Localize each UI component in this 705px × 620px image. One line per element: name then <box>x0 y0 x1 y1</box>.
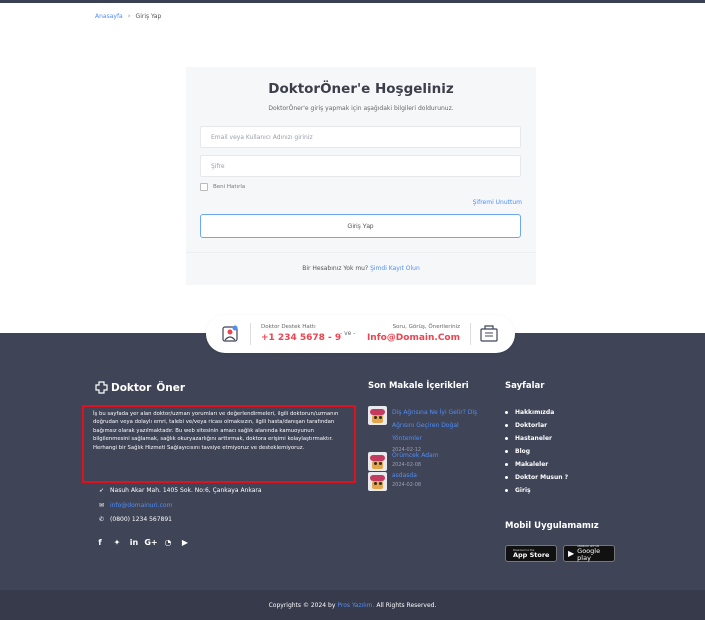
disclaimer-text: İş bu sayfada yer alan doktor/uzman yoru… <box>82 405 356 483</box>
breadcrumb-home-link[interactable]: Anasayfa <box>95 13 123 20</box>
logo-text-part2: Öner <box>156 381 186 394</box>
linkedin-icon[interactable]: in <box>129 537 139 547</box>
article-item[interactable]: Örümcek Adam 2024-02-08 <box>368 452 486 471</box>
support-divider-right <box>470 323 471 345</box>
article-title[interactable]: Diş Ağrısına Ne İyi Gelir? Diş Ağrısını … <box>392 406 486 445</box>
register-text: Bir Hesabınız Yok mu? <box>302 265 369 272</box>
password-input[interactable] <box>200 155 521 177</box>
support-bar: Doktor Destek Hattı +1 234 5678 - 9 - ve… <box>206 315 515 353</box>
copyright-bar: Copyrights © 2024 by Pros Yazılım. All R… <box>0 590 705 620</box>
facebook-icon[interactable]: f <box>95 537 105 547</box>
register-prompt: Bir Hesabınız Yok mu? Şimdi Kayıt Olun <box>186 265 536 272</box>
pages-title: Sayfalar <box>505 381 545 391</box>
logo-icon <box>95 381 108 394</box>
login-subtitle: DoktorÖner'e giriş yapmak için aşağıdaki… <box>268 105 454 112</box>
envelope-icon: ✉ <box>99 502 105 509</box>
location-icon: ➶ <box>99 487 105 494</box>
google-plus-icon[interactable]: G+ <box>144 537 157 547</box>
breadcrumb: Anasayfa › Giriş Yap <box>95 12 161 20</box>
article-title[interactable]: asdasda <box>392 472 486 480</box>
feedback-email[interactable]: Info@Domain.Com <box>367 333 460 343</box>
article-item[interactable]: Diş Ağrısına Ne İyi Gelir? Diş Ağrısını … <box>368 406 486 455</box>
article-date: 2024-02-08 <box>392 482 422 488</box>
logo-text-part1: Doktor <box>111 381 152 394</box>
pages-item-blog[interactable]: Blog <box>505 445 568 458</box>
phone-text: (0800) 1234 567891 <box>110 516 172 523</box>
google-play-button[interactable]: ▶ ANDROID APP ON Google play <box>563 545 615 562</box>
email-text[interactable]: info@domainuri.com <box>110 502 172 509</box>
rss-icon[interactable]: ◔ <box>163 537 173 547</box>
register-link[interactable]: Şimdi Kayıt Olun <box>370 265 420 272</box>
login-card: DoktorÖner'e Hoşgeliniz DoktorÖner'e gir… <box>186 67 536 285</box>
articles-title: Son Makale İçerikleri <box>368 381 469 391</box>
article-title[interactable]: Örümcek Adam <box>392 452 486 460</box>
app-store-button[interactable]: Download on the App Store <box>505 545 557 562</box>
login-title: DoktorÖner'e Hoşgeliniz <box>268 81 454 97</box>
breadcrumb-current: Giriş Yap <box>135 12 162 20</box>
app-store-big: App Store <box>513 550 550 559</box>
article-thumbnail <box>368 406 387 425</box>
article-date: 2024-02-08 <box>392 462 422 468</box>
copyright-prefix: Copyrights © 2024 by <box>268 601 336 609</box>
contact-address: ➶ Nasuh Akar Mah. 1405 Sok. No:6, Çankay… <box>99 487 262 494</box>
email-input[interactable] <box>200 126 521 148</box>
footer-logo[interactable]: Doktor Öner <box>95 381 185 394</box>
message-icon <box>480 325 498 342</box>
pages-item-doctors[interactable]: Doktorlar <box>505 419 568 432</box>
phone-icon: ✆ <box>99 516 105 523</box>
google-play-big: Google play <box>577 547 601 562</box>
article-thumbnail <box>368 452 387 471</box>
remember-label: Beni Hatırla <box>213 184 246 190</box>
address-text: Nasuh Akar Mah. 1405 Sok. No:6, Çankaya … <box>110 487 262 494</box>
copyright-link[interactable]: Pros Yazılım. <box>337 602 374 609</box>
pages-item-about[interactable]: Hakkımızda <box>505 406 568 419</box>
article-thumbnail <box>368 472 387 491</box>
pages-list: Hakkımızda Doktorlar Hastaneler Blog Mak… <box>505 406 568 497</box>
youtube-icon[interactable]: ▶ <box>180 537 190 547</box>
top-bar <box>0 0 705 3</box>
support-divider-left <box>250 323 251 345</box>
social-links: f ✦ in G+ ◔ ▶ <box>95 537 190 547</box>
card-divider <box>186 252 536 253</box>
remember-checkbox[interactable] <box>200 183 208 191</box>
pages-item-are-you-doctor[interactable]: Doktor Musun ? <box>505 471 568 484</box>
forgot-password-link[interactable]: Şifremi Unuttum <box>473 199 522 206</box>
hotline-label: Doktor Destek Hattı <box>261 324 316 330</box>
feedback-label: Soru, Görüş, Önerileriniz <box>392 324 460 330</box>
login-button[interactable]: Giriş Yap <box>200 214 521 238</box>
pages-item-articles[interactable]: Makaleler <box>505 458 568 471</box>
pages-item-login[interactable]: Giriş <box>505 484 568 497</box>
breadcrumb-separator: › <box>127 12 131 20</box>
contact-phone: ✆ (0800) 1234 567891 <box>99 516 172 523</box>
support-doctor-icon <box>222 325 238 342</box>
twitter-icon[interactable]: ✦ <box>112 537 122 547</box>
copyright-suffix: All Rights Reserved. <box>376 601 437 609</box>
support-or: - ve - <box>340 330 356 337</box>
contact-email[interactable]: ✉ info@domainuri.com <box>99 502 172 509</box>
hotline-phone[interactable]: +1 234 5678 - 9 <box>261 333 341 343</box>
mobile-app-title: Mobil Uygulamamız <box>505 521 599 531</box>
google-play-icon: ▶ <box>568 549 575 558</box>
article-item[interactable]: asdasda 2024-02-08 <box>368 472 486 491</box>
remember-me[interactable]: Beni Hatırla <box>200 183 245 191</box>
pages-item-hospitals[interactable]: Hastaneler <box>505 432 568 445</box>
